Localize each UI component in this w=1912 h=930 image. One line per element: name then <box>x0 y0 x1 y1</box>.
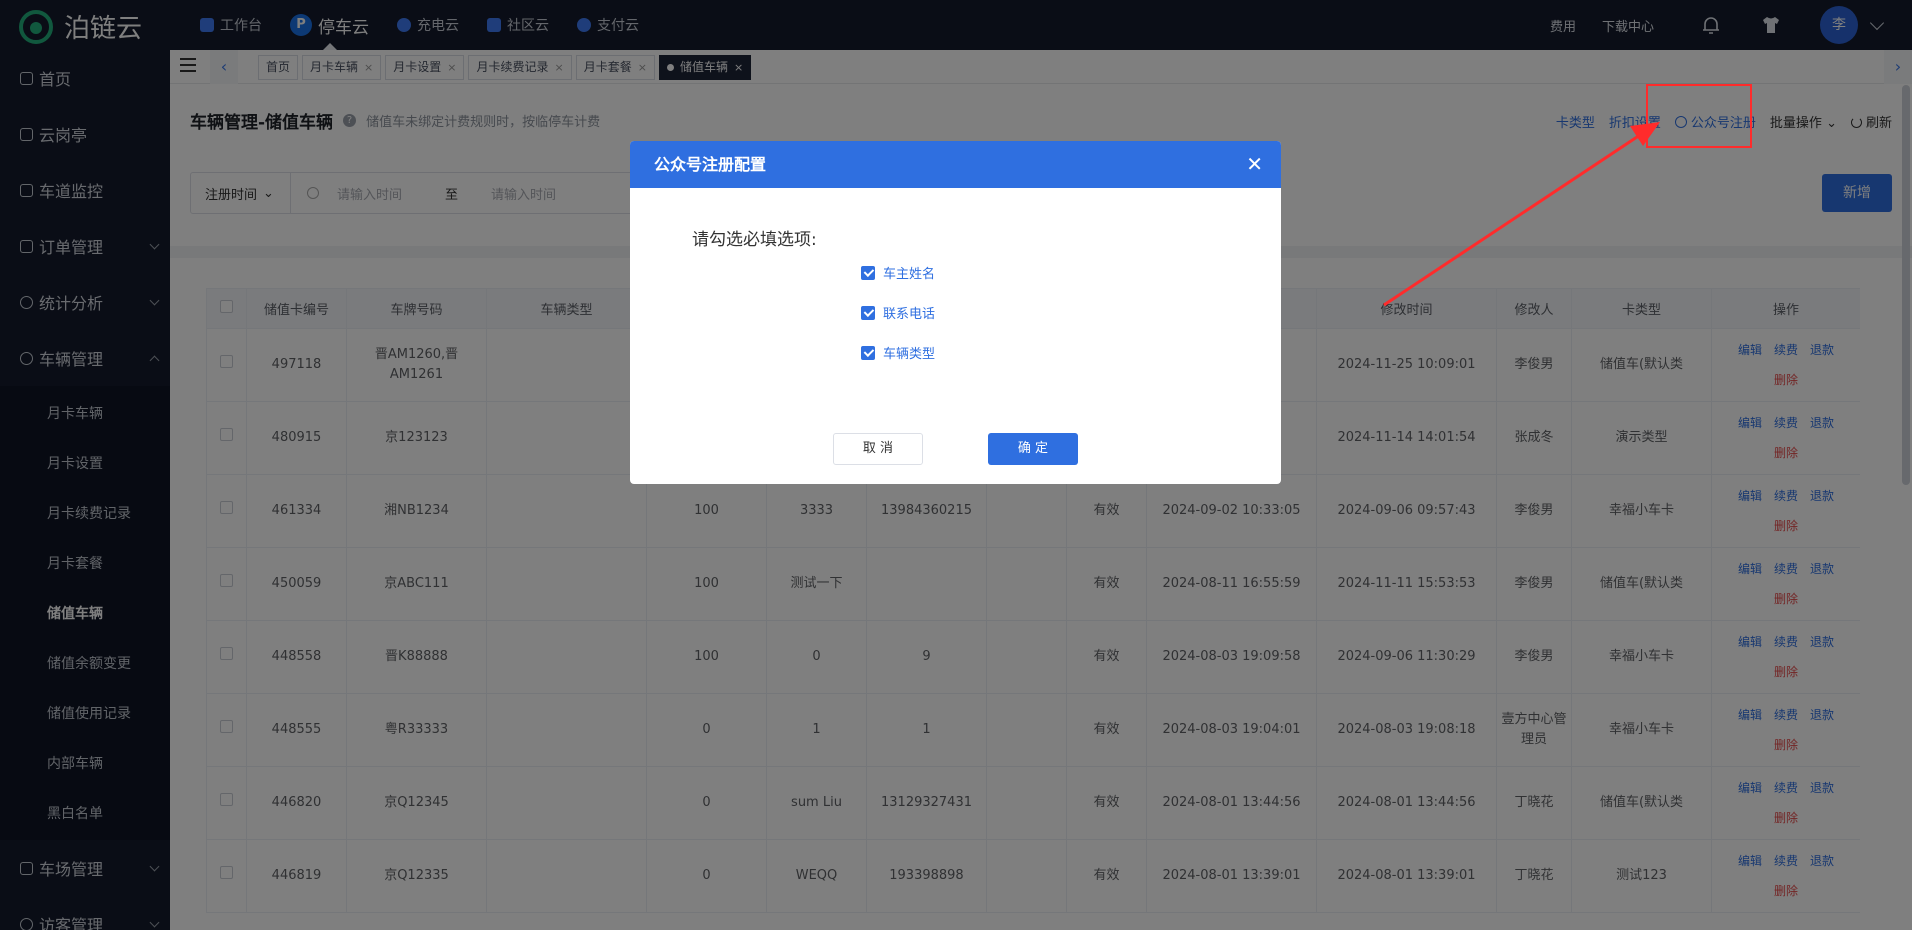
checkbox-checked-icon[interactable] <box>861 265 875 280</box>
confirm-button[interactable]: 确 定 <box>988 433 1078 465</box>
option-label: 联系电话 <box>883 307 936 322</box>
close-icon[interactable]: ✕ <box>1246 141 1263 188</box>
modal-label: 请勾选必填选项: <box>692 230 817 250</box>
annotation-highlight-box <box>1646 84 1752 148</box>
option-label: 车辆类型 <box>883 347 936 362</box>
option-owner-name[interactable]: 车主姓名 <box>861 263 935 282</box>
option-phone[interactable]: 联系电话 <box>861 303 935 322</box>
option-vehicle-type[interactable]: 车辆类型 <box>861 343 935 362</box>
register-config-modal: 公众号注册配置 ✕ 请勾选必填选项: 车主姓名 联系电话 车辆类型 取 消 确 … <box>630 141 1281 484</box>
option-label: 车主姓名 <box>883 267 936 282</box>
checkbox-checked-icon[interactable] <box>861 305 875 320</box>
modal-title: 公众号注册配置 <box>654 155 767 174</box>
checkbox-checked-icon[interactable] <box>861 345 875 360</box>
cancel-button[interactable]: 取 消 <box>833 433 923 465</box>
modal-header: 公众号注册配置 ✕ <box>630 141 1281 188</box>
app-root: 泊链云 工作台 P 停车云 充电云 社区云 支付云 <box>0 0 1912 930</box>
